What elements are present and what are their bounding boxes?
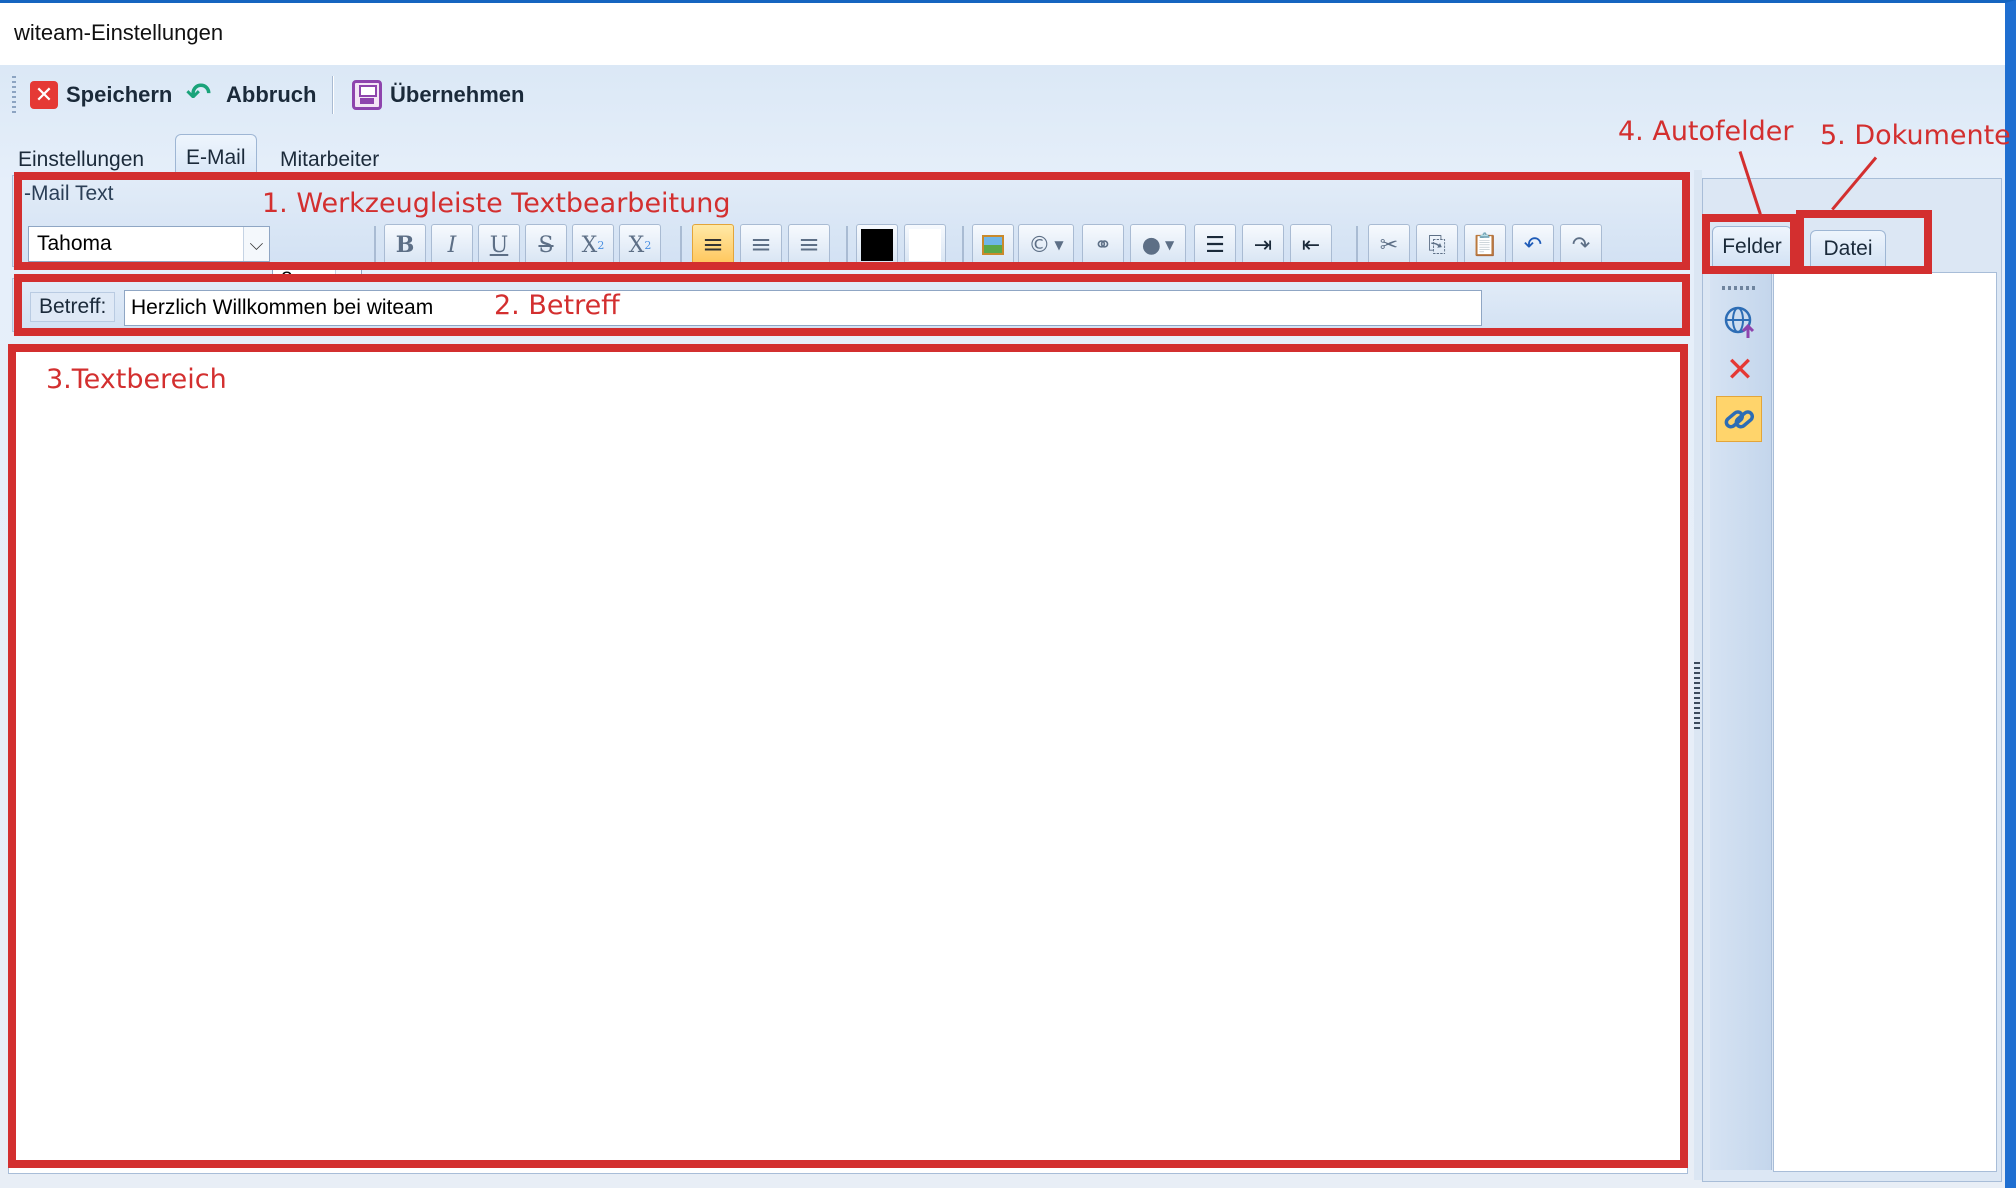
annotation-toolbar-note: 1. Werkzeugleiste Textbearbeitung <box>262 188 731 219</box>
window-title: witeam-Einstellungen <box>14 20 224 45</box>
floppy-disk-icon <box>352 80 382 110</box>
annotation-autofields-note: 4. Autofelder <box>1618 116 1794 147</box>
annotation-box-toolbar <box>14 172 1690 270</box>
close-red-icon: ✕ <box>30 81 58 109</box>
fields-list[interactable] <box>1773 272 1997 1172</box>
title-bar <box>0 3 2005 65</box>
annotation-textarea-note: 3.Textbereich <box>46 364 227 395</box>
toolbar-separator <box>332 76 334 114</box>
undo-arrow-icon: ↶ <box>186 78 212 111</box>
globe-upload-icon[interactable] <box>1718 300 1762 344</box>
delete-icon[interactable]: ✕ <box>1718 348 1762 392</box>
annotation-box-autofields <box>1702 214 1798 274</box>
annotation-box-textarea <box>8 344 1688 1168</box>
annotation-documents-note: 5. Dokumente <box>1820 120 2011 151</box>
toolbar-grip[interactable] <box>12 76 16 114</box>
save-button-label: Speichern <box>66 82 173 107</box>
apply-button[interactable]: Übernehmen <box>352 76 524 114</box>
cancel-button[interactable]: ↶ Abbruch <box>186 76 316 114</box>
annotation-subject-note: 2. Betreff <box>494 290 620 321</box>
apply-button-label: Übernehmen <box>390 82 525 107</box>
splitter-grip[interactable] <box>1694 662 1700 732</box>
chain-link-icon[interactable] <box>1716 396 1762 442</box>
annotation-box-subject <box>14 274 1690 336</box>
fields-toolbar-grip[interactable] <box>1722 286 1756 290</box>
cancel-button-label: Abbruch <box>226 82 317 107</box>
annotation-box-documents <box>1796 210 1932 274</box>
save-button[interactable]: ✕ Speichern <box>30 76 172 114</box>
